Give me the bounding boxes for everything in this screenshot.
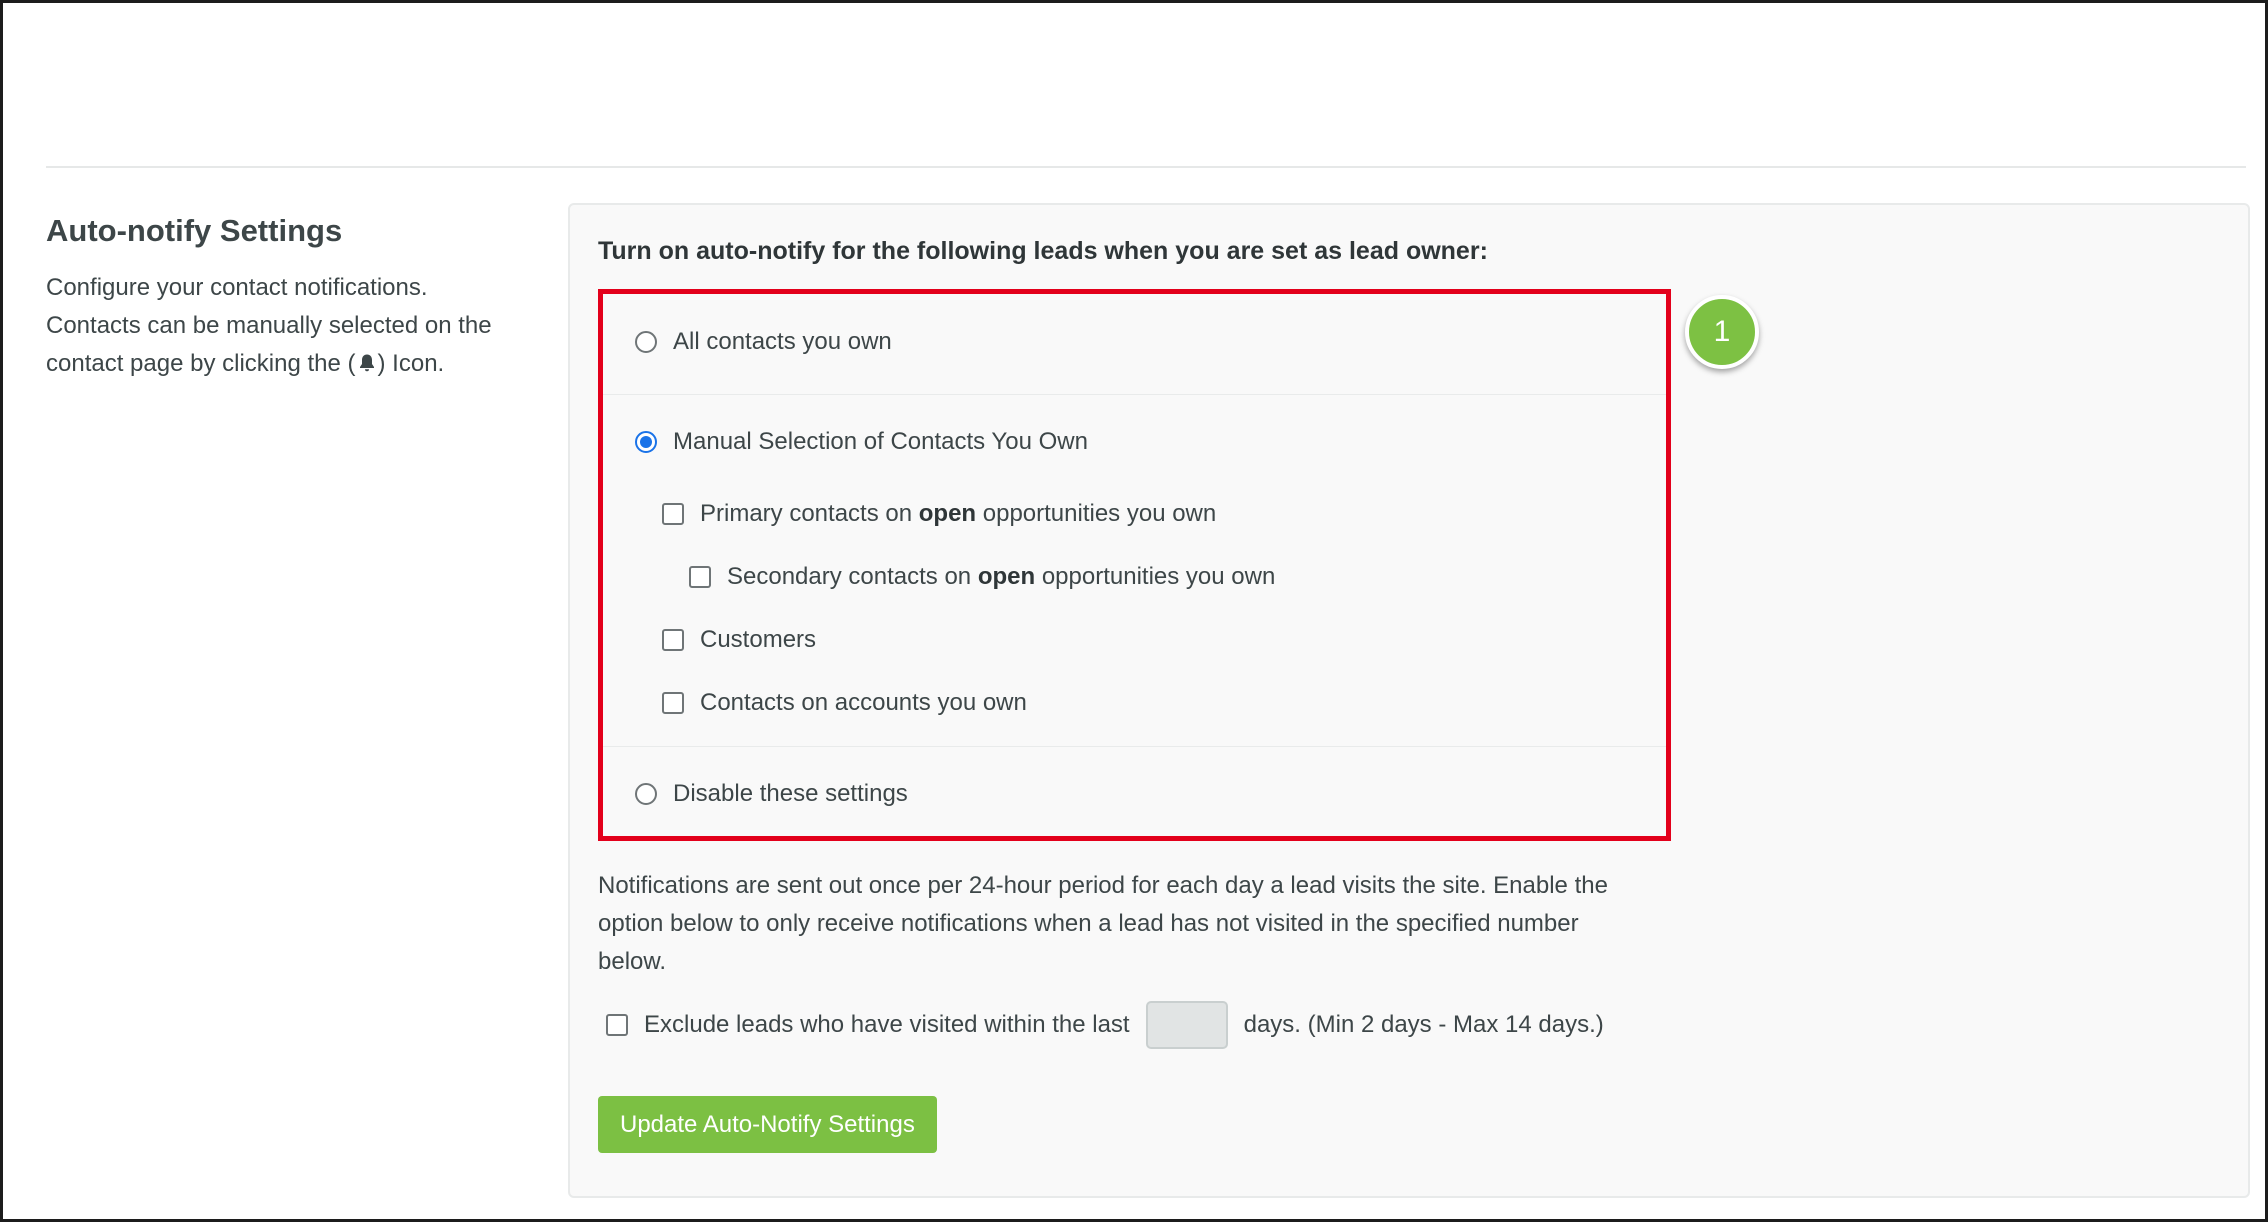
days-input[interactable] [1145,1001,1228,1049]
checkbox-accounts-box[interactable] [662,692,684,714]
checkbox-secondary-contacts-box[interactable] [689,566,711,588]
update-settings-button[interactable]: Update Auto-Notify Settings [598,1096,937,1153]
option-all-contacts-label: All contacts you own [673,328,892,355]
option-manual-selection[interactable]: Manual Selection of Contacts You Own [635,428,1088,456]
days-range-label: days. (Min 2 days - Max 14 days.) [1243,1011,1604,1038]
exclude-leads-checkbox[interactable] [606,1014,628,1036]
notification-info-text: Notifications are sent out once per 24-h… [598,872,1608,975]
checkbox-primary-contacts-box[interactable] [662,503,684,525]
row-divider [603,746,1666,747]
description-text-end: ) Icon. [377,350,445,377]
option-disable[interactable]: Disable these settings [635,780,908,808]
label-text: Secondary contacts on [727,563,978,590]
settings-panel: Turn on auto-notify for the following le… [568,203,2250,1198]
exclude-leads-label: Exclude leads who have visited within th… [644,1011,1130,1038]
checkbox-secondary-contacts-label: Secondary contacts on open opportunities… [727,563,1275,591]
label-bold-text: open [977,563,1036,590]
section-title: Auto-notify Settings [46,213,343,248]
label-text: opportunities you own [976,500,1217,527]
checkbox-accounts-label: Contacts on accounts you own [700,689,1027,716]
checkbox-primary-contacts-label: Primary contacts on open opportunities y… [700,500,1216,528]
checkbox-customers[interactable]: Customers [662,626,816,654]
step-number-badge: 1 [1685,295,1759,369]
screenshot-frame: Auto-notify Settings Configure your cont… [0,0,2268,1222]
option-manual-selection-label: Manual Selection of Contacts You Own [673,428,1088,455]
top-divider [46,166,2246,168]
label-text: Primary contacts on [700,500,919,527]
radio-manual-selection[interactable] [635,431,657,453]
row-divider [603,394,1666,395]
panel-heading: Turn on auto-notify for the following le… [598,237,1488,265]
checkbox-customers-box[interactable] [662,629,684,651]
option-disable-label: Disable these settings [673,780,908,807]
label-bold-text: open [918,500,977,527]
highlight-box: All contacts you own Manual Selection of… [598,289,1671,841]
checkbox-secondary-contacts[interactable]: Secondary contacts on open opportunities… [689,563,1275,591]
option-all-contacts[interactable]: All contacts you own [635,328,892,356]
checkbox-primary-contacts[interactable]: Primary contacts on open opportunities y… [662,500,1216,528]
radio-all-contacts[interactable] [635,331,657,353]
exclude-leads-row: Exclude leads who have visited within th… [606,1001,1604,1049]
checkbox-accounts[interactable]: Contacts on accounts you own [662,689,1027,717]
radio-disable[interactable] [635,783,657,805]
checkbox-customers-label: Customers [700,626,817,653]
label-text: opportunities you own [1035,563,1276,590]
section-description: Configure your contact notifications. Co… [46,269,516,383]
bell-icon [359,354,374,372]
